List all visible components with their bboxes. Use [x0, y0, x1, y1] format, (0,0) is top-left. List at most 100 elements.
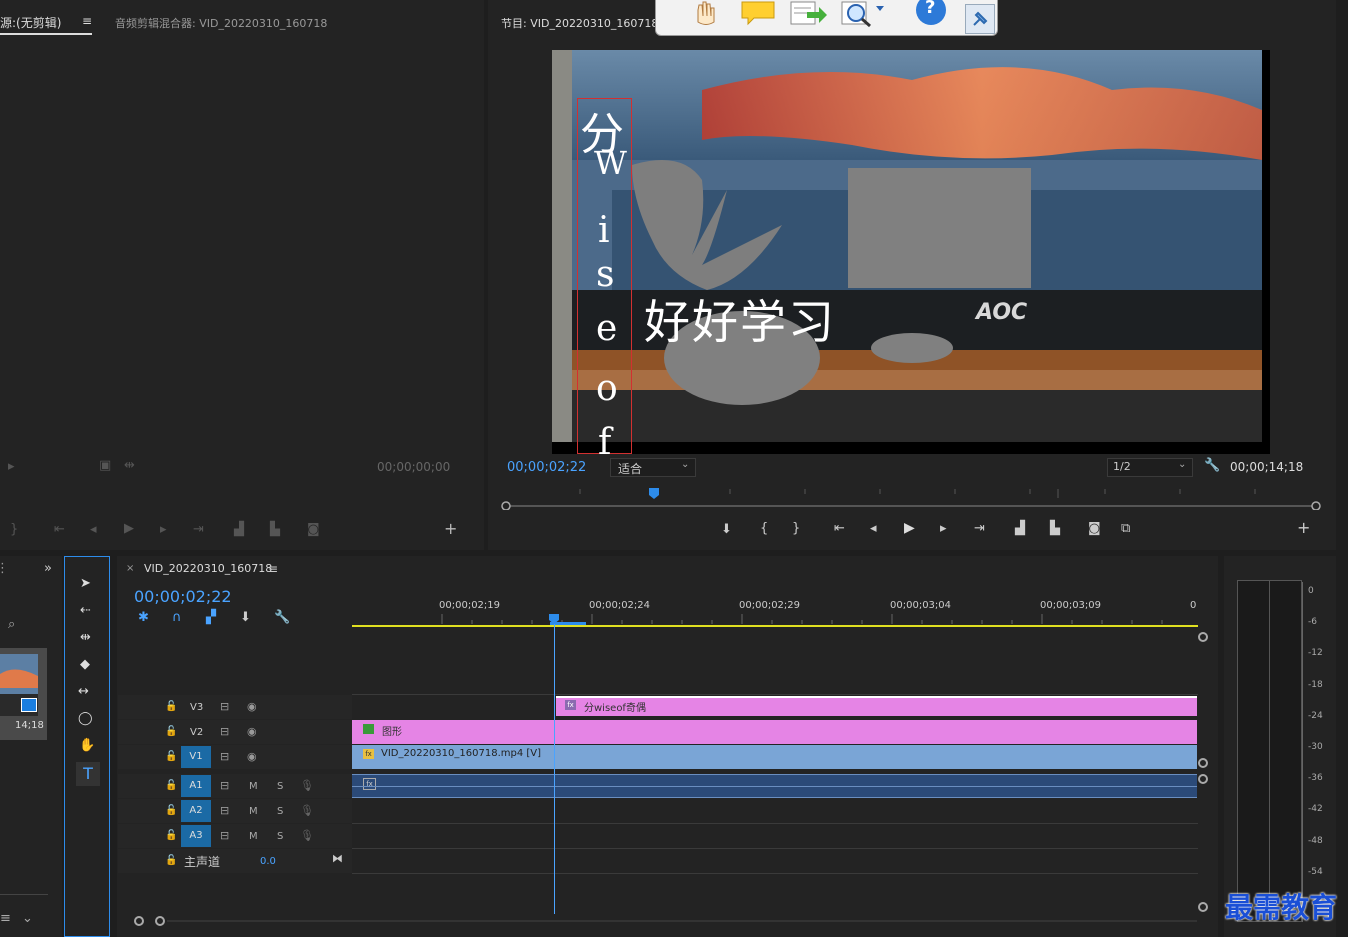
- mic-icon[interactable]: 🎙: [300, 804, 314, 818]
- track-name-v1[interactable]: V1: [181, 746, 211, 768]
- playhead-line[interactable]: [554, 624, 555, 914]
- mute-a3[interactable]: M: [249, 831, 258, 842]
- program-current-timecode[interactable]: 00;00;02;22: [507, 460, 586, 475]
- mic-icon[interactable]: 🎙: [300, 829, 314, 843]
- lock-icon[interactable]: 🔓: [165, 854, 177, 868]
- track-name-a3[interactable]: A3: [181, 825, 211, 847]
- vertical-scrollbar-mid2[interactable]: [1198, 774, 1208, 784]
- track-name-a2[interactable]: A2: [181, 800, 211, 822]
- go-to-end-icon[interactable]: ⧓: [332, 852, 343, 866]
- track-name-a1[interactable]: A1: [181, 775, 211, 797]
- magnet-icon[interactable]: ∩: [172, 611, 182, 625]
- sync-lock-icon[interactable]: ⊟: [220, 829, 229, 843]
- play-icon[interactable]: ▶: [904, 521, 915, 535]
- play-small-icon[interactable]: ▸: [8, 460, 15, 474]
- work-area-bar[interactable]: [352, 625, 1198, 627]
- fit-dropdown[interactable]: 适合 ⌄: [610, 458, 696, 477]
- solo-a1[interactable]: S: [277, 781, 283, 792]
- timeline-close[interactable]: ×: [126, 563, 134, 574]
- hand-icon[interactable]: [692, 0, 720, 26]
- linked-selection-icon[interactable]: ▞: [206, 611, 216, 625]
- vertical-scrollbar-top[interactable]: [1198, 632, 1208, 642]
- insert-icon[interactable]: ▣: [99, 459, 111, 473]
- search-folder-icon[interactable]: ⌕: [8, 618, 15, 632]
- add-button-icon[interactable]: +: [1297, 520, 1310, 536]
- lock-icon[interactable]: 🔓: [165, 700, 177, 714]
- track-header-a3[interactable]: [118, 824, 352, 848]
- wrench-icon[interactable]: 🔧: [1204, 459, 1220, 473]
- sync-lock-icon[interactable]: ⊟: [220, 804, 229, 818]
- step-forward-icon[interactable]: ▸: [160, 523, 167, 537]
- track-header-v3[interactable]: [118, 695, 352, 719]
- wrench-icon[interactable]: 🔧: [274, 611, 290, 625]
- list-view-icon[interactable]: ≡: [0, 912, 11, 926]
- type-tool-icon[interactable]: T: [76, 762, 100, 786]
- lock-icon[interactable]: 🔓: [165, 750, 177, 764]
- lock-icon[interactable]: 🔓: [165, 829, 177, 843]
- overwrite-icon[interactable]: ▙: [270, 523, 280, 537]
- insert-clip-icon[interactable]: ▟: [234, 523, 244, 537]
- program-scrubber[interactable]: [500, 486, 1322, 511]
- source-tab-menu[interactable]: ≡: [82, 14, 92, 28]
- clip-thumbnail[interactable]: 14;18: [0, 648, 47, 740]
- lift-icon[interactable]: ▟: [1015, 522, 1025, 536]
- track-header-a2[interactable]: [118, 799, 352, 823]
- selection-tool-icon[interactable]: ➤: [80, 577, 91, 591]
- sync-lock-icon[interactable]: ⊟: [220, 725, 229, 739]
- sync-lock-icon[interactable]: ⊟: [220, 750, 229, 764]
- pin-icon[interactable]: [965, 4, 995, 34]
- go-to-out-icon[interactable]: ⇥: [193, 523, 204, 537]
- vertical-scrollbar-mid1[interactable]: [1198, 758, 1208, 768]
- razor-tool-icon[interactable]: ◆: [80, 658, 90, 672]
- go-to-in-icon[interactable]: ⇤: [834, 522, 845, 536]
- eye-icon[interactable]: ◉: [247, 725, 257, 739]
- ellipse-tool-icon[interactable]: ◯: [78, 712, 93, 726]
- play-icon[interactable]: ▶: [124, 522, 134, 536]
- resolution-dropdown[interactable]: 1/2 ⌄: [1107, 458, 1193, 477]
- expand-chevron-icon[interactable]: »: [44, 562, 52, 576]
- hand-tool-icon[interactable]: ✋: [79, 739, 95, 753]
- clip-v2[interactable]: 图形: [352, 720, 1197, 744]
- add-marker-icon[interactable]: ⬇: [721, 523, 732, 537]
- vertical-scrollbar-bottom[interactable]: [1198, 902, 1208, 912]
- playhead-timecode[interactable]: 00;00;02;22: [134, 587, 232, 606]
- mark-out-icon[interactable]: }: [10, 523, 18, 537]
- step-back-icon[interactable]: ◂: [870, 522, 877, 536]
- sequence-menu[interactable]: ≡: [268, 562, 278, 576]
- eye-icon[interactable]: ◉: [247, 750, 257, 764]
- track-header-v1[interactable]: [118, 745, 352, 769]
- sync-lock-icon[interactable]: ⊟: [220, 700, 229, 714]
- mark-in-icon[interactable]: {: [760, 522, 768, 536]
- lock-icon[interactable]: 🔓: [165, 779, 177, 793]
- step-back-icon[interactable]: ◂: [90, 523, 97, 537]
- lock-icon[interactable]: 🔓: [165, 725, 177, 739]
- panels-icon[interactable]: ⋮: [0, 562, 9, 576]
- add-button-icon[interactable]: +: [444, 521, 457, 537]
- program-video-frame[interactable]: AOC 分 W i s e o f 好好学习: [552, 50, 1270, 454]
- master-value[interactable]: 0.0: [260, 856, 276, 867]
- help-icon[interactable]: ?: [915, 0, 947, 26]
- source-tab[interactable]: 源:(无剪辑): [0, 14, 61, 31]
- track-header-master[interactable]: [118, 849, 352, 873]
- sequence-tab[interactable]: VID_20220310_160718: [144, 562, 272, 575]
- drag-icon[interactable]: ⇹: [124, 459, 135, 473]
- compare-icon[interactable]: ⧉: [1121, 522, 1130, 536]
- snap-icon[interactable]: ✱: [138, 611, 149, 625]
- go-to-in-icon[interactable]: ⇤: [54, 523, 65, 537]
- add-marker-icon[interactable]: ⬇: [240, 611, 251, 625]
- zoom-icon[interactable]: [840, 0, 886, 30]
- clip-v3[interactable]: fx 分wiseof奇偶: [556, 696, 1197, 716]
- track-select-icon[interactable]: ⇠: [80, 604, 91, 618]
- horizontal-scrollbar-track[interactable]: [167, 920, 1197, 922]
- sync-lock-icon[interactable]: ⊟: [220, 779, 229, 793]
- clip-v1[interactable]: fx VID_20220310_160718.mp4 [V]: [352, 745, 1197, 769]
- ripple-edit-icon[interactable]: ⇹: [80, 631, 91, 645]
- camera-icon[interactable]: ◙: [1088, 522, 1101, 536]
- horizontal-scrollbar-right[interactable]: [155, 916, 165, 926]
- step-forward-icon[interactable]: ▸: [940, 522, 947, 536]
- go-to-out-icon[interactable]: ⇥: [974, 522, 985, 536]
- solo-a3[interactable]: S: [277, 831, 283, 842]
- export-icon[interactable]: [789, 0, 829, 28]
- solo-a2[interactable]: S: [277, 806, 283, 817]
- eye-icon[interactable]: ◉: [247, 700, 257, 714]
